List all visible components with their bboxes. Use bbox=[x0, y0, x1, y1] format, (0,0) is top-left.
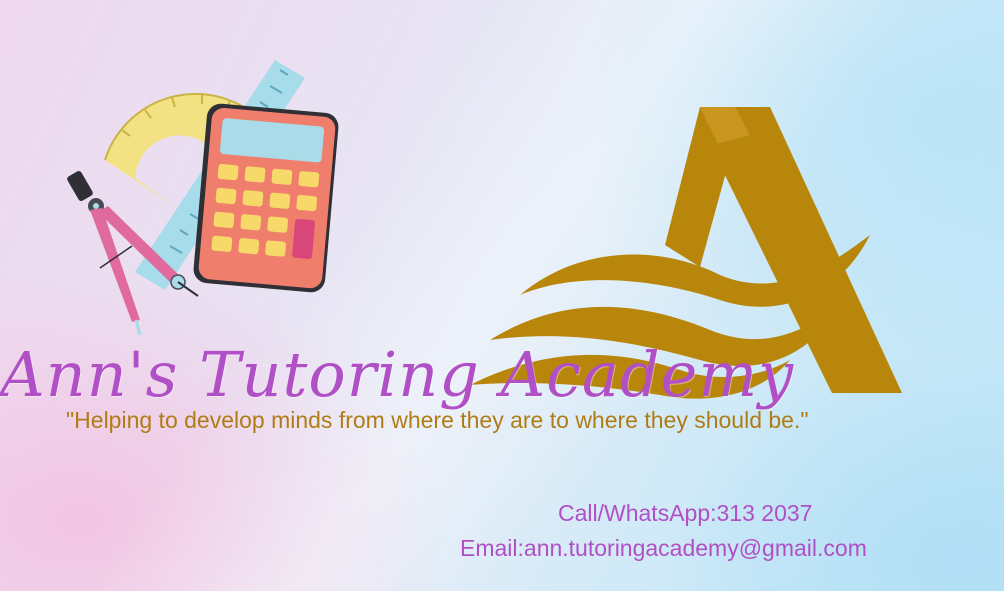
calculator-icon bbox=[193, 103, 339, 293]
phone-contact[interactable]: Call/WhatsApp:313 2037 bbox=[558, 498, 812, 528]
tagline: "Helping to develop minds from where the… bbox=[66, 407, 809, 433]
business-card: Ann's Tutoring Academy "Helping to devel… bbox=[0, 0, 1004, 591]
math-tools-illustration bbox=[67, 60, 339, 336]
email-contact[interactable]: Email:ann.tutoringacademy@gmail.com bbox=[460, 533, 867, 563]
